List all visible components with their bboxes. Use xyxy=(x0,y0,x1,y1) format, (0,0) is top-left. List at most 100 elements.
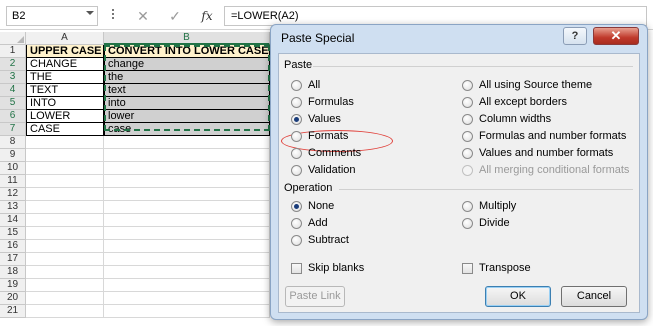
cell-b21[interactable] xyxy=(104,305,270,318)
select-all-corner[interactable] xyxy=(0,32,26,45)
radio-label: Values xyxy=(308,113,341,125)
cell-a15[interactable] xyxy=(26,227,104,240)
row-header-10[interactable]: 10 xyxy=(0,162,26,175)
cell-a12[interactable] xyxy=(26,188,104,201)
cell-a2[interactable]: CHANGE xyxy=(26,58,104,71)
cell-b6[interactable]: lower xyxy=(104,110,270,123)
cell-b12[interactable] xyxy=(104,188,270,201)
cell-b17[interactable] xyxy=(104,253,270,266)
cell-a17[interactable] xyxy=(26,253,104,266)
cell-a21[interactable] xyxy=(26,305,104,318)
radio-validation[interactable]: Validation xyxy=(291,163,356,177)
row-header-5[interactable]: 5 xyxy=(0,97,26,110)
radio-button-selected-icon xyxy=(291,200,302,212)
cell-a20[interactable] xyxy=(26,292,104,305)
radio-label: All using Source theme xyxy=(479,79,593,91)
row-header-7[interactable]: 7 xyxy=(0,123,26,136)
row-header-2[interactable]: 2 xyxy=(0,58,26,71)
radio-multiply[interactable]: Multiply xyxy=(462,199,516,213)
radio-values-and-number-formats[interactable]: Values and number formats xyxy=(462,146,613,160)
help-button[interactable]: ? xyxy=(563,27,587,45)
cell-a19[interactable] xyxy=(26,279,104,292)
cell-a16[interactable] xyxy=(26,240,104,253)
radio-formulas-and-number-formats[interactable]: Formulas and number formats xyxy=(462,129,626,143)
cell-a1[interactable]: UPPER CASE xyxy=(26,45,104,58)
row-header-1[interactable]: 1 xyxy=(0,45,26,58)
row-header-16[interactable]: 16 xyxy=(0,240,26,253)
cell-b2[interactable]: change xyxy=(104,58,270,71)
cancel-button[interactable]: Cancel xyxy=(561,286,627,307)
radio-none[interactable]: None xyxy=(291,199,334,213)
insert-function-icon[interactable]: fx xyxy=(196,6,218,26)
radio-add[interactable]: Add xyxy=(291,216,328,230)
radio-formats[interactable]: Formats xyxy=(291,129,348,143)
radio-comments[interactable]: Comments xyxy=(291,146,361,160)
cell-a6[interactable]: LOWER xyxy=(26,110,104,123)
row-header-19[interactable]: 19 xyxy=(0,279,26,292)
cell-b13[interactable] xyxy=(104,201,270,214)
column-header-b[interactable]: B xyxy=(104,32,270,45)
cell-b7[interactable]: case xyxy=(104,123,270,136)
checkbox-transpose[interactable]: Transpose xyxy=(462,261,531,275)
radio-all[interactable]: All xyxy=(291,78,320,92)
row-header-15[interactable]: 15 xyxy=(0,227,26,240)
cell-a18[interactable] xyxy=(26,266,104,279)
row-header-17[interactable]: 17 xyxy=(0,253,26,266)
row-header-4[interactable]: 4 xyxy=(0,84,26,97)
radio-values[interactable]: Values xyxy=(291,112,341,126)
cell-b15[interactable] xyxy=(104,227,270,240)
radio-divide[interactable]: Divide xyxy=(462,216,510,230)
cell-a8[interactable] xyxy=(26,136,104,149)
row-header-18[interactable]: 18 xyxy=(0,266,26,279)
cell-a10[interactable] xyxy=(26,162,104,175)
name-box[interactable]: B2 xyxy=(6,6,98,26)
cell-b20[interactable] xyxy=(104,292,270,305)
column-header-a[interactable]: A xyxy=(26,32,104,45)
radio-all-except-borders[interactable]: All except borders xyxy=(462,95,567,109)
confirm-entry-icon[interactable]: ✓ xyxy=(164,6,186,26)
cell-b10[interactable] xyxy=(104,162,270,175)
cell-b19[interactable] xyxy=(104,279,270,292)
row-header-20[interactable]: 20 xyxy=(0,292,26,305)
row-header-11[interactable]: 11 xyxy=(0,175,26,188)
cell-b9[interactable] xyxy=(104,149,270,162)
cell-b14[interactable] xyxy=(104,214,270,227)
row-header-12[interactable]: 12 xyxy=(0,188,26,201)
cell-a7[interactable]: CASE xyxy=(26,123,104,136)
formula-input[interactable]: =LOWER(A2) xyxy=(224,6,647,26)
cell-a13[interactable] xyxy=(26,201,104,214)
row-header-8[interactable]: 8 xyxy=(0,136,26,149)
checkbox-skip-blanks[interactable]: Skip blanks xyxy=(291,261,364,275)
cell-b3[interactable]: the xyxy=(104,71,270,84)
cell-b1[interactable]: CONVERT INTO LOWER CASE xyxy=(104,45,270,58)
formula-bar-grip-icon[interactable] xyxy=(112,9,115,21)
cancel-entry-icon[interactable]: ✕ xyxy=(132,6,154,26)
cell-b18[interactable] xyxy=(104,266,270,279)
cell-a11[interactable] xyxy=(26,175,104,188)
cell-a9[interactable] xyxy=(26,149,104,162)
cell-b8[interactable] xyxy=(104,136,270,149)
row-header-13[interactable]: 13 xyxy=(0,201,26,214)
cell-b11[interactable] xyxy=(104,175,270,188)
radio-subtract[interactable]: Subtract xyxy=(291,233,349,247)
close-button[interactable]: ✕ xyxy=(593,27,639,45)
cell-a5[interactable]: INTO xyxy=(26,97,104,110)
cell-b4[interactable]: text xyxy=(104,84,270,97)
radio-formulas[interactable]: Formulas xyxy=(291,95,354,109)
cell-a14[interactable] xyxy=(26,214,104,227)
ok-button[interactable]: OK xyxy=(485,286,551,307)
row-header-6[interactable]: 6 xyxy=(0,110,26,123)
row-header-9[interactable]: 9 xyxy=(0,149,26,162)
radio-column-widths[interactable]: Column widths xyxy=(462,112,551,126)
cell-b16[interactable] xyxy=(104,240,270,253)
radio-label: Add xyxy=(308,217,328,229)
row-header-3[interactable]: 3 xyxy=(0,71,26,84)
name-box-dropdown-icon[interactable] xyxy=(86,11,94,15)
row-header-21[interactable]: 21 xyxy=(0,305,26,318)
cell-a3[interactable]: THE xyxy=(26,71,104,84)
row-header-14[interactable]: 14 xyxy=(0,214,26,227)
paste-link-button: Paste Link xyxy=(285,286,345,307)
cell-b5[interactable]: into xyxy=(104,97,270,110)
cell-a4[interactable]: TEXT xyxy=(26,84,104,97)
radio-all-using-source-theme[interactable]: All using Source theme xyxy=(462,78,592,92)
